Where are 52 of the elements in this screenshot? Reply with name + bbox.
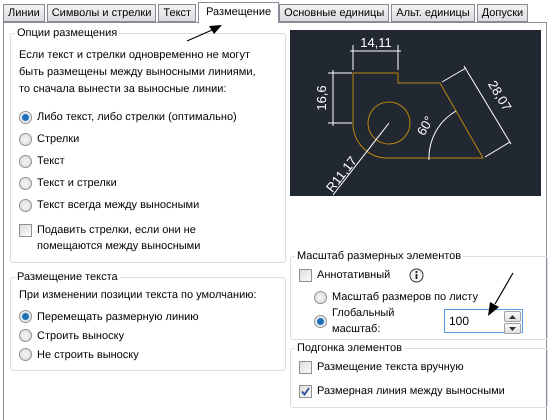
radio-button[interactable]	[19, 310, 32, 323]
option-label: Перемещать размерную линию	[37, 310, 199, 324]
checkbox[interactable]	[299, 268, 312, 282]
checkbox-label: Размещение текста вручную	[317, 360, 464, 375]
radio-button[interactable]	[19, 198, 32, 212]
radio-button[interactable]	[314, 290, 327, 304]
checkbox-label: Размерная линия между выносными	[317, 384, 505, 399]
checkmark-icon	[301, 386, 310, 396]
radio-button[interactable]	[19, 348, 32, 361]
option-label: Не строить выноску	[37, 348, 139, 362]
description-text: При изменении позиции текста по умолчанию:	[19, 288, 258, 303]
tab[interactable]: Символы и стрелки	[46, 4, 156, 22]
option-label: Масштаб размеров по листу	[332, 290, 478, 305]
info-icon[interactable]	[409, 268, 424, 282]
group-title: Опции размещения	[16, 27, 118, 39]
checkbox[interactable]	[19, 224, 32, 237]
option-label: Глобальный масштаб:	[332, 306, 396, 337]
spin-up-button[interactable]	[504, 311, 521, 322]
radio-button[interactable]	[19, 329, 32, 342]
dimension-label: 16,6	[314, 85, 329, 111]
group-title: Масштаб размерных элементов	[296, 250, 462, 262]
tab[interactable]: Основные единицы	[279, 4, 390, 22]
checkbox[interactable]	[299, 360, 312, 374]
spin-down-button[interactable]	[504, 323, 521, 334]
option-label: Строить выноску	[37, 328, 124, 344]
option-label: Стрелки	[37, 132, 80, 147]
tab[interactable]: Текст	[158, 4, 196, 22]
radio-button[interactable]	[19, 154, 32, 168]
radio-button[interactable]	[314, 314, 327, 328]
annotation-arrow	[486, 272, 514, 317]
tab[interactable]: Допуски	[476, 4, 528, 22]
radio-button[interactable]	[19, 110, 32, 124]
group-title: Размещение текста	[16, 271, 119, 283]
caret-up-icon	[509, 314, 516, 318]
description-text: Если текст и стрелки одновременно не могут быть размещены между выносными линиями, то сначала вынести за выносные линии:	[19, 48, 257, 97]
option-label: Текст	[37, 154, 65, 169]
option-label: Текст и стрелки	[37, 176, 117, 191]
option-label: Текст всегда между выносными	[37, 198, 200, 213]
tab[interactable]: Линии	[3, 4, 45, 22]
annotation-arrow	[186, 24, 224, 42]
tab[interactable]: Альт. единицы	[391, 4, 475, 22]
radio-button[interactable]	[19, 132, 32, 146]
checkbox-label: Аннотативный	[317, 268, 390, 283]
checkbox-label: Подавить стрелки, если они не помещаются между выносными	[37, 223, 202, 254]
option-label: Либо текст, либо стрелки (оптимально)	[37, 110, 237, 125]
group-title: Подгонка элементов	[296, 342, 403, 354]
dimension-label: 14,11	[360, 35, 392, 50]
caret-down-icon	[509, 326, 516, 330]
radio-button[interactable]	[19, 176, 32, 190]
tab[interactable]: Размещение	[198, 2, 280, 23]
checkbox[interactable]	[299, 384, 312, 398]
dimension-label: 60°	[414, 113, 437, 138]
